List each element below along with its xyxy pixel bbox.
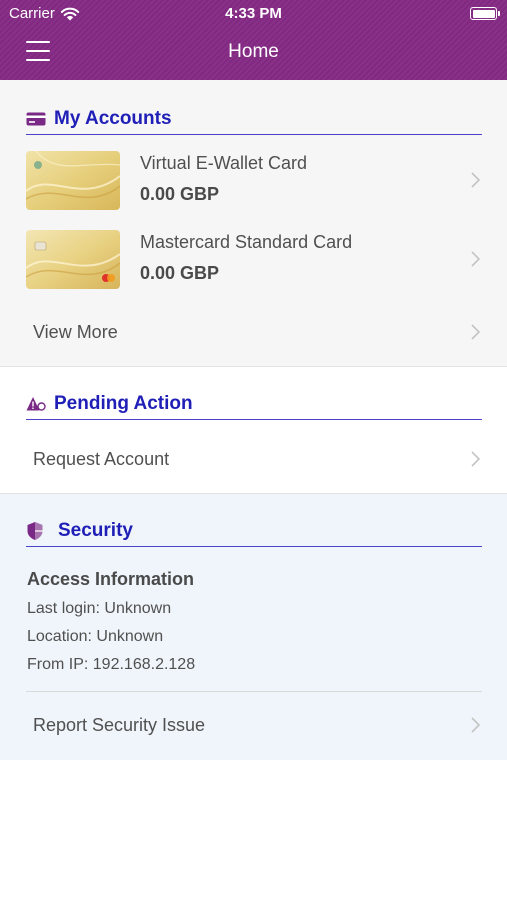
divider [26,691,482,692]
account-row-mastercard[interactable]: Mastercard Standard Card 0.00 GBP [26,230,482,292]
virtual-card-image [26,151,120,210]
status-bar: Carrier 4:33 PM [0,0,507,26]
request-account-label: Request Account [33,449,170,469]
security-title: Security [58,519,133,541]
report-security-issue-row[interactable]: Report Security Issue [26,705,482,745]
security-section: Security Access Information Last login: … [0,494,507,760]
shield-icon [26,521,48,540]
account-balance: 0.00 GBP [140,263,220,283]
pending-section: Pending Action Request Account [0,367,507,494]
chevron-right-icon [471,172,480,188]
view-more-row[interactable]: View More [26,312,482,352]
view-more-label: View More [33,322,118,342]
chevron-right-icon [471,251,480,267]
battery-icon [470,7,500,20]
request-account-row[interactable]: Request Account [26,439,482,479]
last-login-text: Last login: Unknown [27,600,172,617]
location-text: Location: Unknown [27,628,164,645]
account-name: Mastercard Standard Card [140,232,353,252]
account-name: Virtual E-Wallet Card [140,153,308,173]
status-time: 4:33 PM [225,5,282,22]
accounts-title: My Accounts [54,107,172,129]
access-info-title: Access Information [27,569,195,589]
card-icon [26,110,48,128]
accounts-section: My Accounts Virtual E-Wallet Card 0.00 G… [0,80,507,367]
mastercard-card-image [26,230,120,289]
page-title: Home [228,41,279,62]
report-security-label: Report Security Issue [33,715,206,735]
security-header: Security [26,515,482,547]
warning-icon [26,395,48,413]
account-balance: 0.00 GBP [140,184,220,204]
chevron-right-icon [471,451,480,467]
chevron-right-icon [471,324,480,340]
accounts-header: My Accounts [26,103,482,135]
pending-header: Pending Action [26,388,482,420]
pending-title: Pending Action [54,392,193,414]
chevron-right-icon [471,717,480,733]
app-header: Carrier 4:33 PM Home [0,0,507,80]
account-row-virtual-ewallet[interactable]: Virtual E-Wallet Card 0.00 GBP [26,151,482,213]
from-ip-text: From IP: 192.168.2.128 [27,656,196,673]
